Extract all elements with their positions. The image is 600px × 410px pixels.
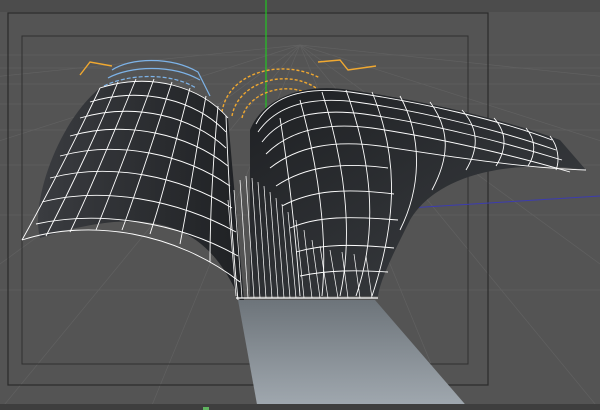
viewport-bottom-strip (0, 404, 600, 410)
floor-shadow (238, 300, 470, 410)
viewport-canvas[interactable] (0, 0, 600, 410)
3d-viewport[interactable] (0, 0, 600, 410)
curved-sheet-left[interactable] (21, 78, 244, 301)
